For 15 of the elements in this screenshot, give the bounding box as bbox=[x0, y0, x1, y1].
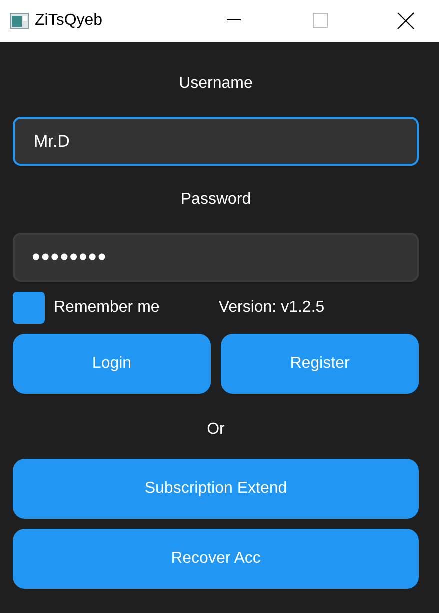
checkbox-label[interactable]: Remember me bbox=[54, 299, 160, 317]
separator-text: Or bbox=[207, 421, 225, 439]
version-text: Version: v1.2.5 bbox=[218, 299, 325, 317]
close-icon[interactable] bbox=[396, 12, 416, 30]
subscription-button[interactable]: Subscription Extend bbox=[13, 459, 419, 519]
recover-button[interactable]: Recover Acc bbox=[13, 529, 419, 589]
window-title: ZiTsQyeb bbox=[35, 12, 104, 30]
username-field[interactable]: Mr.D bbox=[13, 117, 419, 166]
register-button[interactable]: Register bbox=[221, 334, 419, 394]
checkbox[interactable] bbox=[13, 292, 45, 324]
field-label: Password bbox=[180, 191, 252, 209]
password-field[interactable]: •••••••• bbox=[13, 233, 419, 282]
login-button[interactable]: Login bbox=[13, 334, 211, 394]
app-icon bbox=[10, 13, 29, 29]
field-label: Username bbox=[179, 75, 253, 93]
